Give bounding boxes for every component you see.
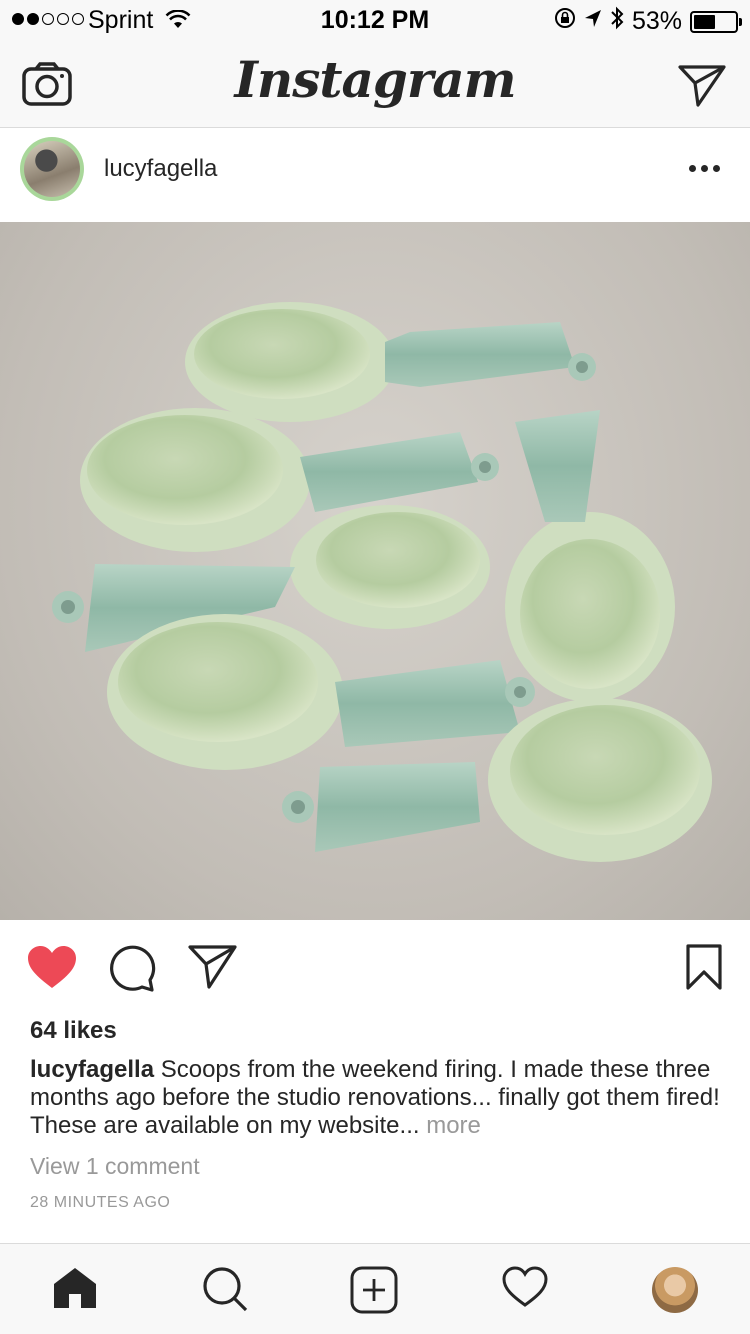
like-heart-icon[interactable] [26, 944, 78, 995]
location-icon [584, 7, 602, 36]
post-caption: lucyfagella Scoops from the weekend firi… [30, 1056, 720, 1140]
bluetooth-icon [610, 6, 624, 37]
more-options-icon[interactable] [689, 165, 720, 172]
top-nav-bar: Instagram [0, 40, 750, 128]
post-author-avatar[interactable] [20, 137, 84, 201]
dot [689, 165, 696, 172]
like-count[interactable]: 64 likes [30, 1017, 117, 1045]
post-header: lucyfagella [0, 129, 750, 222]
ceramic-scoops-photo [52, 302, 712, 862]
bookmark-icon[interactable] [686, 944, 722, 995]
battery-icon [690, 10, 742, 33]
battery-percent: 53% [631, 7, 682, 35]
new-post-icon[interactable] [350, 1266, 398, 1319]
scoop [185, 302, 596, 422]
status-bar: Sprint 10:12 PM 53% [0, 0, 750, 40]
caption-username[interactable]: lucyfagella [30, 1056, 154, 1083]
scoop [107, 614, 535, 770]
bottom-tab-bar [0, 1243, 750, 1334]
profile-avatar[interactable] [652, 1267, 698, 1313]
caption-more-link[interactable]: more [420, 1112, 481, 1139]
share-direct-icon[interactable] [188, 944, 238, 995]
instagram-logo: Instagram [234, 50, 517, 109]
post-username[interactable]: lucyfagella [104, 155, 217, 183]
battery-fill [694, 14, 716, 29]
home-icon[interactable] [52, 1266, 98, 1315]
activity-heart-icon[interactable] [502, 1266, 548, 1313]
post-photo[interactable] [0, 222, 750, 920]
view-comments-link[interactable]: View 1 comment [30, 1153, 200, 1180]
scoop [505, 410, 675, 702]
avatar-photo [24, 141, 80, 197]
orientation-lock-icon [554, 7, 576, 36]
post-timestamp: 28 MINUTES AGO [30, 1194, 171, 1211]
post-actions [0, 920, 750, 1020]
direct-message-icon[interactable] [678, 64, 726, 113]
dot [713, 165, 720, 172]
comment-icon[interactable] [108, 944, 156, 997]
dot [701, 165, 708, 172]
search-icon[interactable] [202, 1266, 248, 1317]
